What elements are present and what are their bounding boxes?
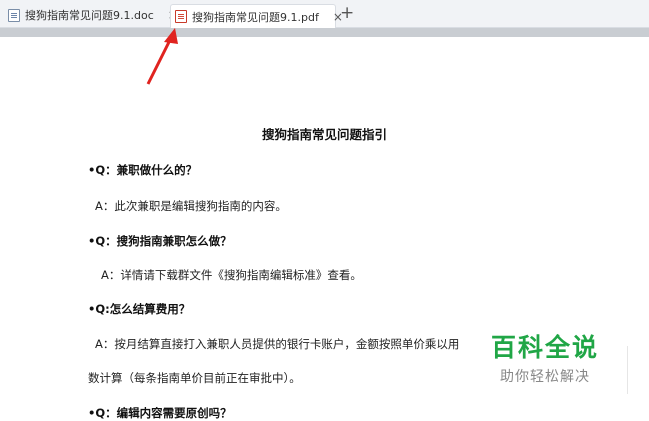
watermark: 百科全说 助你轻松解决 bbox=[470, 328, 620, 386]
watermark-slogan: 助你轻松解决 bbox=[500, 369, 590, 385]
question-line: •Q：兼职做什么的？ bbox=[88, 163, 198, 177]
answer-line: A：此次兼职是编辑搜狗指南的内容。 bbox=[95, 199, 287, 213]
question-line: •Q：编辑内容需要原创吗？ bbox=[88, 406, 232, 420]
document-title: 搜狗指南常见问题指引 bbox=[261, 127, 387, 142]
watermark-logo-text: 百科全说 bbox=[490, 333, 599, 362]
question-line: •Q:怎么结算费用？ bbox=[88, 302, 191, 316]
question-line: •Q：搜狗指南兼职怎么做？ bbox=[88, 234, 232, 248]
answer-line: A：按月结算直接打入兼职人员提供的银行卡账户，金额按照单价乘以用 bbox=[95, 337, 460, 351]
answer-line-continued: 数计算（每条指南单价目前正在审批中）。 bbox=[88, 371, 301, 385]
divider bbox=[627, 346, 628, 394]
answer-line: A：详情请下载群文件《搜狗指南编辑标准》查看。 bbox=[101, 268, 362, 282]
